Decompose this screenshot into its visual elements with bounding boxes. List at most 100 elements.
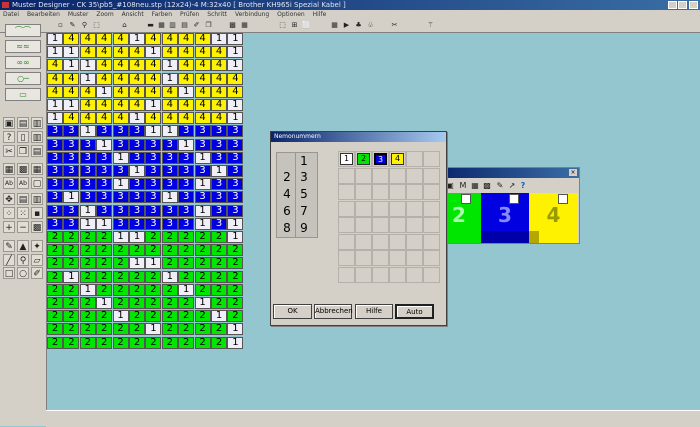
slot-color-4[interactable]: 4 [391,153,404,165]
color-swatch-4[interactable]: 4 [529,193,578,243]
pattern-cell[interactable]: 3 [211,138,227,151]
pattern-cell[interactable]: 2 [47,257,63,270]
minimize-button[interactable] [668,1,677,9]
pattern-cell[interactable]: 3 [129,217,145,230]
menu-datei[interactable]: Datei [3,11,19,18]
slot-cell[interactable] [355,200,372,217]
pattern-cell[interactable]: 2 [178,244,195,257]
pattern-cell[interactable]: 2 [161,310,178,323]
slot-color-2[interactable]: 2 [357,153,370,165]
pattern-cell[interactable]: 1 [227,46,244,59]
pattern-cell[interactable]: 3 [145,217,162,230]
pattern-cell[interactable]: 4 [63,112,80,125]
pattern-cell[interactable]: 3 [47,204,63,217]
pattern-cell[interactable]: 3 [112,191,129,204]
print-icon[interactable]: ▥ [31,117,43,129]
minus-icon[interactable]: − [17,221,29,233]
menu-schritt[interactable]: Schritt [207,11,227,18]
pattern-cell[interactable]: 1 [211,165,227,177]
pattern-cell[interactable]: 1 [79,59,96,72]
pattern-cell[interactable]: 4 [227,72,244,85]
number-7[interactable]: 7 [296,203,312,219]
menu-optionen[interactable]: Optionen [277,11,305,18]
pattern-cell[interactable]: 2 [194,257,211,270]
number-5[interactable]: 5 [296,186,312,202]
pattern-cell[interactable]: 3 [47,125,63,138]
pattern-cell[interactable]: 2 [145,231,162,243]
pattern-cell[interactable]: 4 [96,33,113,45]
slot-cell[interactable] [355,250,372,266]
columns-icon[interactable]: ▥ [168,21,177,30]
text-alt-icon[interactable]: Ab [17,177,29,189]
slot-cell[interactable] [355,233,372,250]
pattern-cell[interactable]: 3 [178,178,195,191]
pattern-cell[interactable]: 2 [194,244,211,257]
pattern-cell[interactable]: 1 [96,85,113,98]
pattern-cell[interactable]: 3 [178,125,195,138]
cancel-button[interactable]: Abbrechen [314,304,353,319]
pattern-cell[interactable]: 4 [194,99,211,111]
pattern-cell[interactable]: 4 [194,72,211,85]
pattern-cell[interactable]: 2 [63,323,80,336]
pattern-cell[interactable]: 1 [63,99,80,111]
pattern-cell[interactable]: 2 [211,257,227,270]
pattern-icon[interactable]: ▩ [228,21,237,30]
pattern-cell[interactable]: 3 [79,178,96,191]
pencil-icon[interactable]: ✎ [3,240,15,252]
fill-icon[interactable]: ▩ [482,180,492,191]
slot-cell[interactable] [372,266,389,283]
number-2[interactable]: 2 [279,169,295,185]
pattern-cell[interactable]: 3 [96,151,113,164]
pattern-cell[interactable]: 4 [129,59,145,72]
pattern-cell[interactable]: 3 [161,204,178,217]
pattern-cell[interactable]: 2 [79,231,96,243]
pattern-cell[interactable]: 1 [112,231,129,243]
pattern-cell[interactable]: 4 [112,99,129,111]
pattern-cell[interactable]: 2 [194,231,211,243]
paste-icon[interactable]: ▤ [31,145,43,157]
pattern-cell[interactable]: 3 [79,165,96,177]
pattern-cell[interactable]: 3 [194,125,211,138]
pattern-cell[interactable]: 1 [79,204,96,217]
slot-cell[interactable] [372,200,389,217]
slot-cell[interactable] [338,233,355,250]
pattern-cell[interactable]: 4 [211,46,227,59]
slot-cell[interactable] [372,233,389,250]
pattern-cell[interactable]: 1 [178,283,195,296]
pattern-cell[interactable]: 2 [112,283,129,296]
knit-view-5-button[interactable]: ▭ [5,88,41,101]
spray-icon[interactable]: ✦ [31,240,43,252]
pattern-cell[interactable]: 1 [145,46,162,59]
pattern-cell[interactable]: 3 [145,191,162,204]
pattern-cell[interactable]: 1 [194,151,211,164]
brush-icon[interactable]: ✎ [495,180,505,191]
pattern-cell[interactable]: 4 [178,112,195,125]
slot-cell[interactable] [423,184,440,200]
pattern-cell[interactable]: 2 [129,336,145,349]
pattern-cell[interactable]: 4 [79,85,96,98]
slot-cell[interactable] [389,184,406,200]
knit-view-4-button[interactable]: ○─ [5,72,41,85]
pattern-cell[interactable]: 2 [96,310,113,323]
pattern-cell[interactable]: 2 [178,231,195,243]
pattern-cell[interactable]: 2 [145,310,162,323]
slot-cell[interactable] [406,167,423,184]
slot-cell[interactable] [338,266,355,283]
wand-icon[interactable]: ⚚ [426,21,435,30]
pattern-cell[interactable]: 1 [227,336,244,349]
slot-cell[interactable] [423,266,440,283]
pattern-cell[interactable]: 3 [227,125,244,138]
layer-icon[interactable]: ▥ [31,193,43,205]
pattern-cell[interactable]: 3 [178,165,195,177]
pattern-cell[interactable]: 3 [112,138,129,151]
pattern-cell[interactable]: 2 [211,283,227,296]
pattern-cell[interactable]: 2 [194,310,211,323]
pattern-cell[interactable]: 3 [63,165,80,177]
pattern-cell[interactable]: 2 [129,270,145,283]
pattern-cell[interactable]: 3 [79,191,96,204]
slot-cell[interactable] [338,250,355,266]
slot-cell[interactable] [423,151,440,167]
number-4[interactable]: 4 [279,186,295,202]
pattern-cell[interactable]: 3 [79,138,96,151]
auto-button[interactable]: Auto [395,304,434,319]
